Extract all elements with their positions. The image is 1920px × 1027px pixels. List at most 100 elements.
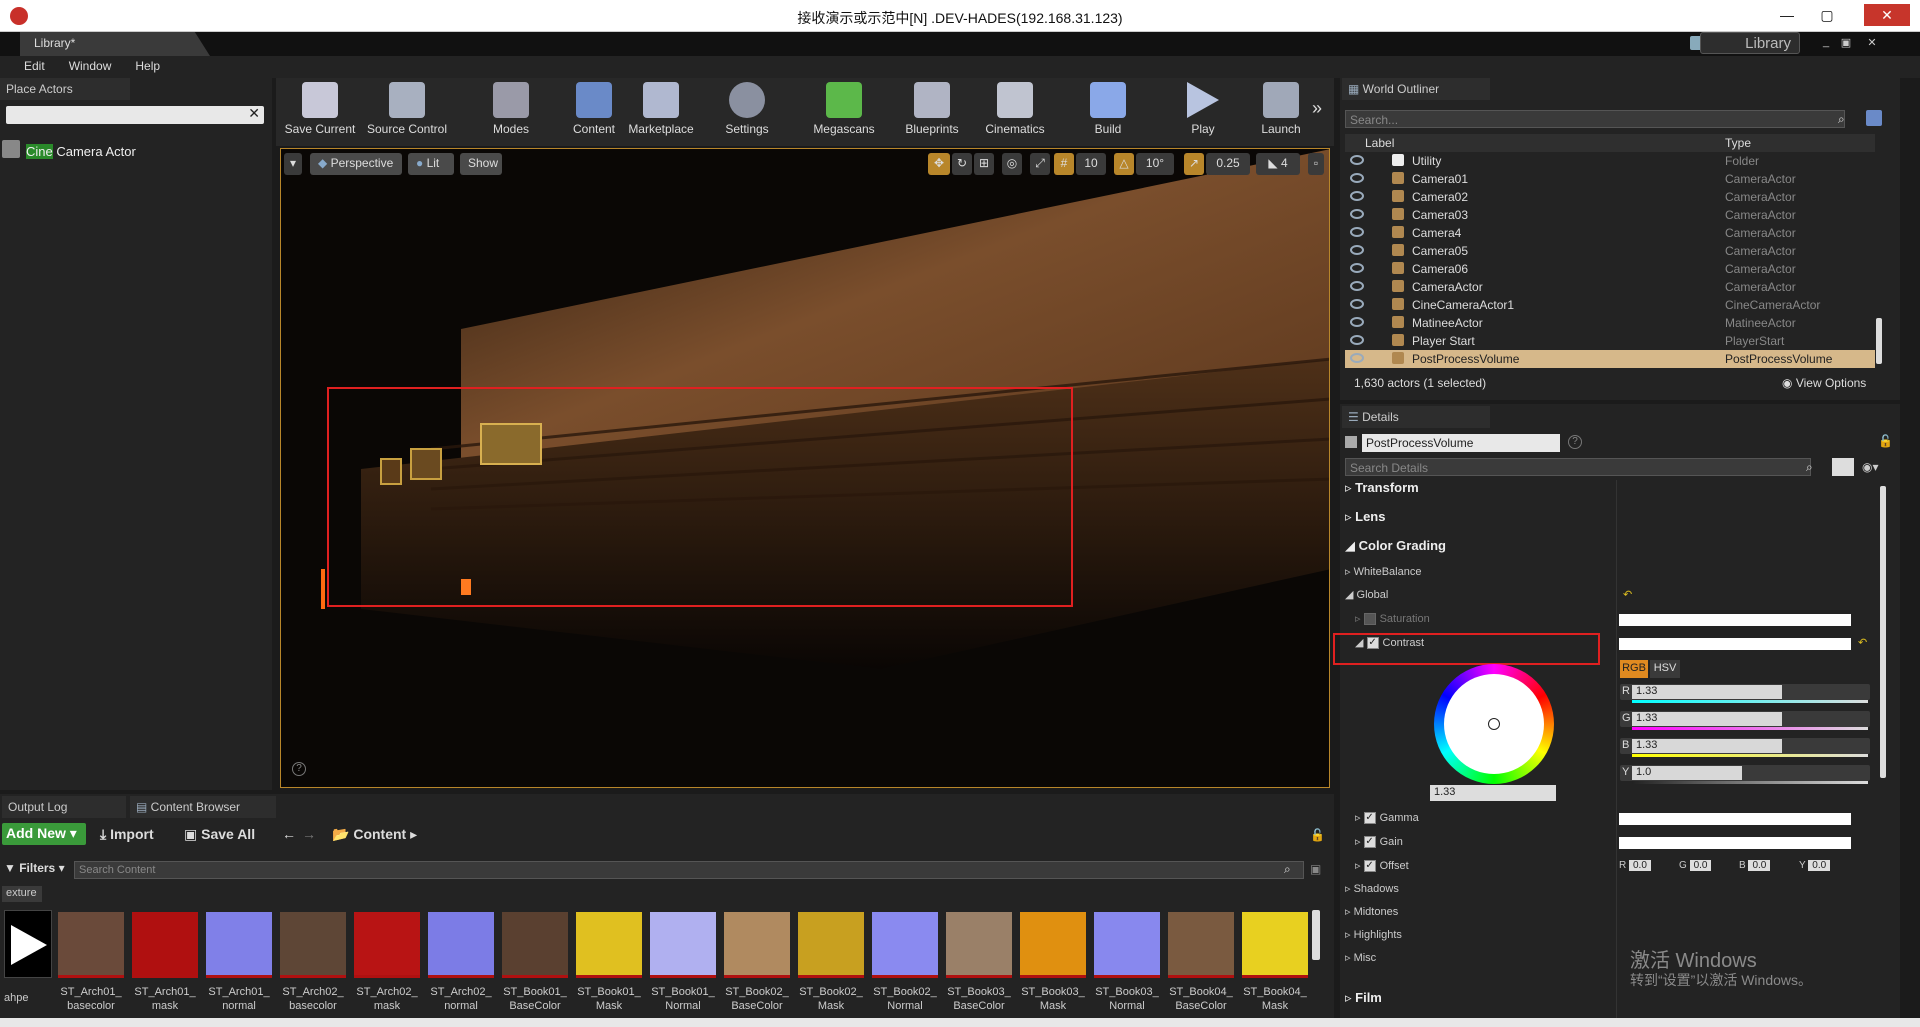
viewport[interactable] (280, 148, 1330, 788)
asset-thumbnail[interactable] (946, 912, 1012, 978)
transform-scale-icon[interactable]: ⊞ (974, 153, 994, 175)
menu-edit[interactable]: Edit (12, 56, 57, 76)
asset-thumbnail[interactable] (132, 912, 198, 978)
save-search-icon[interactable]: ▣ (1310, 862, 1321, 876)
film-section[interactable]: ▹ Film (1345, 990, 1615, 1006)
screen-scrollbar[interactable] (0, 1018, 1920, 1027)
transform-rotate-icon[interactable]: ↻ (952, 153, 972, 175)
visibility-eye-icon[interactable] (1350, 191, 1364, 201)
details-tab[interactable]: ☰ Details (1342, 406, 1490, 428)
visibility-eye-icon[interactable] (1350, 299, 1364, 309)
color-grading-section[interactable]: ◢ Color Grading (1345, 538, 1615, 554)
maximize-button[interactable]: ▢ (1810, 4, 1844, 26)
content-button[interactable]: Content (566, 80, 622, 140)
rgb-tab[interactable]: RGB (1620, 660, 1648, 678)
asset-thumbnail[interactable] (1094, 912, 1160, 978)
outliner-row[interactable]: CameraActor CameraActor (1345, 278, 1875, 296)
megascans-button[interactable]: Megascans (806, 80, 882, 140)
selected-asset-thumbnail[interactable] (4, 910, 52, 978)
outliner-row[interactable]: MatineeActor MatineeActor (1345, 314, 1875, 332)
outliner-search-input[interactable]: Search... (1345, 110, 1845, 128)
play-button[interactable]: Play (1172, 80, 1234, 140)
visibility-eye-icon[interactable] (1350, 245, 1364, 255)
grid-snap-value[interactable]: 10 (1076, 153, 1106, 175)
color-wheel-crosshair-icon[interactable] (1488, 718, 1500, 730)
output-log-tab[interactable]: Output Log (2, 796, 126, 818)
saturation-row[interactable]: ▹ Saturation (1345, 612, 1615, 626)
visibility-eye-icon[interactable] (1350, 209, 1364, 219)
outliner-row[interactable]: CineCameraActor1 CineCameraActor (1345, 296, 1875, 314)
asset-thumbnail[interactable] (502, 912, 568, 978)
outliner-row[interactable]: Camera06 CameraActor (1345, 260, 1875, 278)
view-options-button[interactable]: ◉ View Options (1782, 376, 1866, 390)
clear-search-icon[interactable]: ✕ (248, 105, 260, 122)
place-actors-tab[interactable]: Place Actors (0, 78, 130, 100)
show-button[interactable]: Show (460, 153, 502, 175)
rotation-snap-icon[interactable]: △ (1114, 153, 1134, 175)
midtones-row[interactable]: ▹ Midtones (1345, 905, 1615, 918)
gain-row[interactable]: ▹ ✓ Gain (1345, 835, 1615, 849)
asset-thumbnail[interactable] (206, 912, 272, 978)
hsv-tab[interactable]: HSV (1650, 660, 1680, 678)
outliner-row[interactable]: Camera05 CameraActor (1345, 242, 1875, 260)
surface-snap-icon[interactable]: ⤢ (1030, 153, 1050, 175)
texture-filter-chip[interactable]: exture (2, 886, 42, 902)
gain-checkbox[interactable]: ✓ (1363, 836, 1376, 849)
toolbar-overflow-icon[interactable]: » (1312, 98, 1322, 119)
content-scrollbar[interactable] (1312, 910, 1320, 960)
shadows-row[interactable]: ▹ Shadows (1345, 882, 1615, 895)
maximize-viewport-icon[interactable]: ▫ (1308, 153, 1324, 175)
contrast-value-bar[interactable] (1619, 638, 1851, 650)
offset-row[interactable]: ▹ ✓ Offset (1345, 859, 1615, 873)
forward-button[interactable]: → (302, 826, 316, 846)
menu-help[interactable]: Help (123, 56, 172, 76)
scale-snap-value[interactable]: 0.25 (1206, 153, 1250, 175)
library-badge[interactable]: Library (1700, 32, 1800, 54)
saturation-value-bar[interactable] (1619, 614, 1851, 626)
camera-speed-button[interactable]: ◣ 4 (1256, 153, 1300, 175)
add-new-button[interactable]: Add New ▾ (2, 823, 86, 845)
lens-section[interactable]: ▹ Lens (1345, 509, 1615, 525)
details-eye-icon[interactable]: ◉▾ (1862, 460, 1879, 474)
gain-value-bar[interactable] (1619, 837, 1851, 849)
close-window-button[interactable]: ✕ (1864, 4, 1910, 26)
visibility-eye-icon[interactable] (1350, 263, 1364, 273)
contrast-r-slider[interactable]: R 1.33 (1620, 684, 1870, 703)
asset-thumbnail[interactable] (798, 912, 864, 978)
asset-thumbnail[interactable] (58, 912, 124, 978)
type-column-header[interactable]: Type (1725, 136, 1751, 150)
asset-thumbnail[interactable] (1242, 912, 1308, 978)
back-button[interactable]: ← (282, 826, 296, 846)
cine-camera-actor-item[interactable]: Cine Camera Actor (26, 144, 136, 159)
content-browser-tab[interactable]: ▤ Content Browser (130, 796, 276, 818)
build-button[interactable]: Build (1080, 80, 1136, 140)
modes-button[interactable]: Modes (476, 80, 546, 140)
asset-thumbnail[interactable] (650, 912, 716, 978)
content-lock-icon[interactable]: 🔓 (1310, 828, 1325, 842)
scale-snap-icon[interactable]: ↗ (1184, 153, 1204, 175)
perspective-button[interactable]: ◆ Perspective (310, 153, 402, 175)
gamma-row[interactable]: ▹ ✓ Gamma (1345, 811, 1615, 825)
contrast-y-slider[interactable]: Y 1.0 (1620, 765, 1870, 784)
asset-thumbnail[interactable] (428, 912, 494, 978)
outliner-add-icon[interactable] (1866, 110, 1882, 126)
details-scrollbar[interactable] (1880, 486, 1886, 778)
wheel-value-field[interactable]: 1.33 (1430, 785, 1556, 801)
asset-thumbnail[interactable] (1020, 912, 1086, 978)
outliner-row[interactable]: Camera01 CameraActor (1345, 170, 1875, 188)
visibility-eye-icon[interactable] (1350, 317, 1364, 327)
contrast-reset-icon[interactable]: ↶ (1858, 636, 1867, 649)
visibility-eye-icon[interactable] (1350, 353, 1364, 363)
label-column-header[interactable]: Label (1365, 136, 1394, 150)
blueprints-button[interactable]: Blueprints (896, 80, 968, 140)
visibility-eye-icon[interactable] (1350, 335, 1364, 345)
highlights-row[interactable]: ▹ Highlights (1345, 928, 1615, 941)
editor-restore-button[interactable]: ▣ (1836, 36, 1856, 50)
world-local-icon[interactable]: ◎ (1002, 153, 1022, 175)
outliner-row[interactable]: Utility Folder (1345, 152, 1875, 170)
import-button[interactable]: ⤓ Import (100, 826, 154, 846)
saturation-checkbox[interactable] (1363, 613, 1376, 626)
source-control-button[interactable]: Source Control (362, 80, 452, 140)
grid-view-icon[interactable] (1832, 458, 1854, 476)
outliner-row[interactable]: Camera03 CameraActor (1345, 206, 1875, 224)
